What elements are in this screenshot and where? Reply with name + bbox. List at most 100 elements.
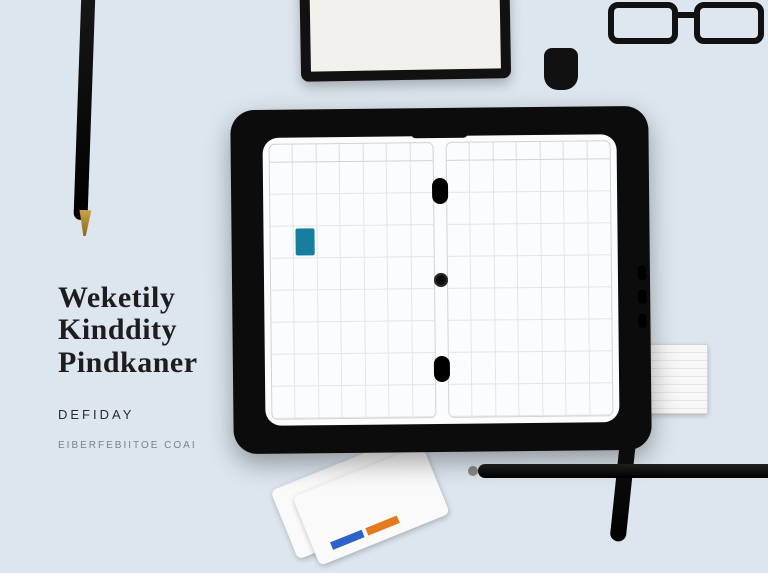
calendar-cell[interactable]	[411, 193, 434, 225]
side-button[interactable]	[638, 290, 646, 304]
calendar-cell[interactable]	[495, 320, 519, 352]
calendar-cell[interactable]	[387, 161, 411, 193]
calendar-cell[interactable]	[270, 227, 294, 259]
calendar-cell[interactable]	[496, 352, 520, 384]
calendar-cell[interactable]	[411, 257, 434, 289]
calendar-cell[interactable]	[449, 353, 473, 385]
calendar-cell[interactable]	[519, 320, 543, 352]
calendar-cell[interactable]	[342, 386, 366, 418]
calendar-cell[interactable]	[542, 288, 566, 320]
home-button-icon[interactable]	[434, 273, 448, 287]
calendar-cell[interactable]	[317, 194, 341, 226]
calendar-cell[interactable]	[589, 351, 612, 383]
calendar-cell[interactable]	[565, 255, 589, 287]
calendar-cell[interactable]	[590, 383, 613, 415]
calendar-cell[interactable]	[517, 192, 541, 224]
calendar-cell[interactable]	[364, 226, 388, 258]
calendar-cell[interactable]	[317, 162, 341, 194]
calendar-cell[interactable]	[543, 384, 567, 416]
calendar-cell[interactable]	[318, 290, 342, 322]
calendar-cell[interactable]	[473, 384, 497, 416]
calendar-cell[interactable]	[270, 163, 294, 195]
calendar-cell[interactable]	[365, 322, 389, 354]
calendar-cell[interactable]	[272, 387, 296, 419]
calendar-cell[interactable]	[365, 290, 389, 322]
calendar-cell[interactable]	[566, 319, 590, 351]
calendar-cell[interactable]	[412, 321, 435, 353]
calendar-cell[interactable]	[271, 291, 295, 323]
calendar-cell[interactable]	[517, 160, 541, 192]
calendar-cell[interactable]	[295, 354, 319, 386]
calendar-cell[interactable]	[340, 162, 364, 194]
calendar-cell[interactable]	[494, 160, 518, 192]
calendar-cell[interactable]	[294, 226, 318, 258]
page-left-grid[interactable]	[270, 161, 436, 419]
calendar-cell[interactable]	[540, 160, 564, 192]
calendar-cell[interactable]	[342, 354, 366, 386]
calendar-cell[interactable]	[364, 194, 388, 226]
calendar-cell[interactable]	[271, 259, 295, 291]
calendar-cell[interactable]	[340, 194, 364, 226]
calendar-cell[interactable]	[366, 386, 390, 418]
calendar-cell[interactable]	[448, 257, 472, 289]
calendar-cell[interactable]	[342, 322, 366, 354]
calendar-cell[interactable]	[566, 351, 590, 383]
calendar-cell[interactable]	[518, 256, 542, 288]
calendar-cell[interactable]	[387, 193, 411, 225]
calendar-cell[interactable]	[410, 161, 433, 193]
calendar-cell[interactable]	[318, 322, 342, 354]
calendar-cell[interactable]	[518, 224, 542, 256]
calendar-cell[interactable]	[364, 258, 388, 290]
calendar-cell[interactable]	[589, 287, 612, 319]
calendar-cell[interactable]	[447, 225, 471, 257]
calendar-cell[interactable]	[341, 226, 365, 258]
calendar-cell[interactable]	[388, 225, 412, 257]
calendar-cell[interactable]	[541, 192, 565, 224]
calendar-cell[interactable]	[318, 258, 342, 290]
calendar-cell[interactable]	[389, 321, 413, 353]
calendar-cell[interactable]	[494, 224, 518, 256]
calendar-cell[interactable]	[588, 191, 611, 223]
calendar-cell[interactable]	[566, 383, 590, 415]
calendar-cell[interactable]	[519, 384, 543, 416]
calendar-cell[interactable]	[519, 352, 543, 384]
calendar-cell[interactable]	[295, 290, 319, 322]
calendar-cell[interactable]	[447, 161, 471, 193]
calendar-cell[interactable]	[472, 352, 496, 384]
calendar-cell[interactable]	[296, 386, 320, 418]
planner-page-left[interactable]	[269, 142, 437, 420]
calendar-cell[interactable]	[319, 354, 343, 386]
calendar-cell[interactable]	[565, 287, 589, 319]
calendar-cell[interactable]	[471, 256, 495, 288]
calendar-cell[interactable]	[448, 289, 472, 321]
calendar-cell[interactable]	[495, 256, 519, 288]
calendar-cell[interactable]	[294, 258, 318, 290]
side-button[interactable]	[638, 266, 646, 280]
calendar-cell[interactable]	[389, 353, 413, 385]
calendar-cell[interactable]	[495, 288, 519, 320]
calendar-cell[interactable]	[319, 386, 343, 418]
calendar-cell[interactable]	[589, 319, 612, 351]
calendar-cell[interactable]	[272, 355, 296, 387]
calendar-cell[interactable]	[496, 384, 520, 416]
page-right-grid[interactable]	[447, 159, 613, 417]
calendar-cell[interactable]	[412, 353, 435, 385]
calendar-cell[interactable]	[587, 159, 610, 191]
calendar-cell[interactable]	[588, 223, 611, 255]
calendar-cell[interactable]	[365, 354, 389, 386]
calendar-cell[interactable]	[518, 288, 542, 320]
calendar-cell[interactable]	[541, 256, 565, 288]
calendar-cell[interactable]	[449, 385, 473, 417]
planner-page-right[interactable]	[446, 140, 614, 418]
calendar-cell[interactable]	[542, 320, 566, 352]
calendar-cell[interactable]	[448, 321, 472, 353]
calendar-cell[interactable]	[271, 323, 295, 355]
calendar-cell[interactable]	[471, 192, 495, 224]
calendar-cell[interactable]	[293, 162, 317, 194]
calendar-cell[interactable]	[411, 225, 434, 257]
calendar-cell[interactable]	[413, 385, 436, 417]
calendar-cell[interactable]	[564, 191, 588, 223]
calendar-cell[interactable]	[447, 193, 471, 225]
calendar-cell[interactable]	[388, 257, 412, 289]
calendar-cell[interactable]	[541, 224, 565, 256]
